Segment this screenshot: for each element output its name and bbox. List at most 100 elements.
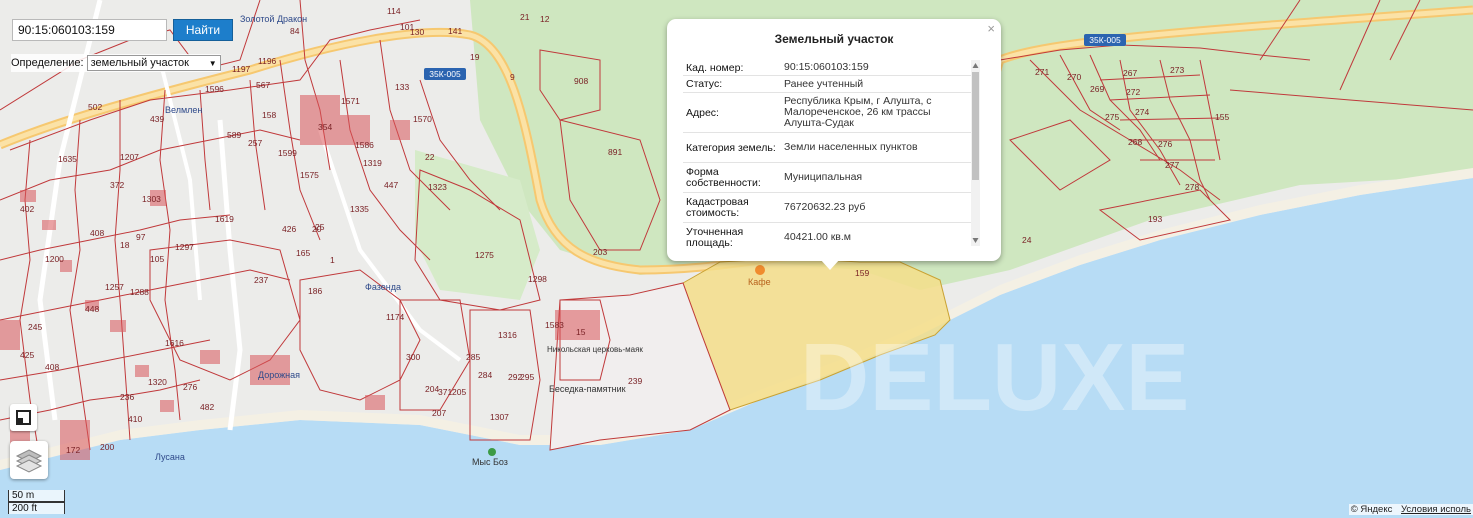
svg-text:426: 426 [282, 224, 296, 234]
info-value: Земли населенных пунктов [784, 141, 918, 153]
info-value: Муниципальная [784, 171, 863, 183]
svg-text:272: 272 [1126, 87, 1140, 97]
map-copyright: © Яндекс Условия исполь [1348, 504, 1473, 515]
cape-icon [488, 448, 496, 456]
poi-cape: Мыс Боз [472, 457, 508, 467]
info-value: 76720632.23 руб [784, 201, 866, 213]
cafe-icon [755, 265, 765, 275]
svg-text:207: 207 [432, 408, 446, 418]
svg-text:1298: 1298 [528, 274, 547, 284]
svg-text:408: 408 [45, 362, 59, 372]
svg-text:1319: 1319 [363, 158, 382, 168]
info-label: Адрес: [686, 106, 719, 119]
scale-metric: 50 m [8, 490, 65, 502]
svg-text:1575: 1575 [300, 170, 319, 180]
define-type-row: Определение: земельный участок ▼ [11, 54, 221, 72]
svg-text:155: 155 [1215, 112, 1229, 122]
svg-text:114: 114 [387, 6, 401, 16]
define-type-select[interactable]: земельный участок ▼ [86, 55, 221, 71]
svg-text:186: 186 [308, 286, 322, 296]
poi-fazenda: Фазенда [365, 282, 401, 292]
svg-text:1596: 1596 [205, 84, 224, 94]
info-label: Кадастровая стоимость: [686, 196, 749, 219]
scroll-thumb[interactable] [972, 72, 979, 180]
svg-text:1200: 1200 [45, 254, 64, 264]
svg-text:447: 447 [384, 180, 398, 190]
svg-text:439: 439 [150, 114, 164, 124]
svg-text:372: 372 [110, 180, 124, 190]
svg-text:1616: 1616 [165, 338, 184, 348]
svg-text:425: 425 [20, 350, 34, 360]
svg-text:267: 267 [1123, 68, 1137, 78]
svg-text:354: 354 [318, 122, 332, 132]
svg-text:84: 84 [290, 26, 300, 36]
svg-text:257: 257 [248, 138, 262, 148]
info-row: Категория земель: Земли населенных пункт… [683, 133, 971, 163]
svg-text:15: 15 [576, 327, 586, 337]
map-scale: 50 m 200 ft [8, 490, 68, 518]
layers-button[interactable] [10, 441, 48, 479]
svg-text:268: 268 [1128, 137, 1142, 147]
svg-text:371: 371 [438, 387, 452, 397]
svg-text:165: 165 [296, 248, 310, 258]
svg-text:1307: 1307 [490, 412, 509, 422]
svg-text:9: 9 [510, 72, 515, 82]
svg-text:274: 274 [1135, 107, 1149, 117]
svg-text:1288: 1288 [130, 287, 149, 297]
info-label: Форма собственности: [686, 166, 761, 189]
svg-text:402: 402 [20, 204, 34, 214]
svg-text:1635: 1635 [58, 154, 77, 164]
svg-text:1586: 1586 [355, 140, 374, 150]
terms-link[interactable]: Условия исполь [1401, 504, 1471, 515]
svg-text:1316: 1316 [498, 330, 517, 340]
info-row: Кад. номер: 90:15:060103:159 [683, 60, 971, 76]
svg-text:1197: 1197 [232, 64, 251, 74]
info-row: Статус: Ранее учтенный [683, 76, 971, 93]
chevron-down-icon: ▼ [208, 58, 217, 68]
info-value: Республика Крым, г Алушта, с Малореченск… [784, 95, 932, 129]
parcel-info-table: Кад. номер: 90:15:060103:159 Статус: Ран… [683, 60, 971, 250]
svg-text:130: 130 [410, 27, 424, 37]
svg-text:276: 276 [183, 382, 197, 392]
svg-text:1570: 1570 [413, 114, 432, 124]
svg-text:1335: 1335 [350, 204, 369, 214]
svg-text:203: 203 [593, 247, 607, 257]
svg-text:276: 276 [1158, 139, 1172, 149]
svg-text:292: 292 [508, 372, 522, 382]
svg-text:205: 205 [452, 387, 466, 397]
popup-scrollbar[interactable] [971, 60, 980, 246]
info-row: Уточненная площадь: 40421.00 кв.м [683, 223, 971, 250]
svg-text:1320: 1320 [148, 377, 167, 387]
info-row: Адрес: Республика Крым, г Алушта, с Мало… [683, 93, 971, 133]
info-label: Уточненная площадь: [686, 226, 744, 249]
svg-text:193: 193 [1148, 214, 1162, 224]
svg-text:567: 567 [256, 80, 270, 90]
scale-imperial: 200 ft [8, 502, 65, 514]
fullscreen-button[interactable] [10, 404, 37, 431]
svg-text:1207: 1207 [120, 152, 139, 162]
svg-text:448: 448 [85, 304, 99, 314]
svg-text:270: 270 [1067, 72, 1081, 82]
svg-text:200: 200 [100, 442, 114, 452]
svg-text:22: 22 [425, 152, 435, 162]
svg-text:158: 158 [262, 110, 276, 120]
svg-text:300: 300 [406, 352, 420, 362]
search-button[interactable]: Найти [173, 19, 233, 41]
svg-text:1: 1 [330, 255, 335, 265]
selected-parcel-label: 159 [855, 268, 869, 278]
svg-text:408: 408 [90, 228, 104, 238]
svg-text:133: 133 [395, 82, 409, 92]
svg-text:1196: 1196 [258, 56, 277, 66]
parcel-info-popup: × Земельный участок Кад. номер: 90:15:06… [667, 19, 1001, 261]
svg-text:245: 245 [28, 322, 42, 332]
svg-text:1599: 1599 [278, 148, 297, 158]
define-selected-value: земельный участок [90, 57, 189, 69]
info-label: Категория земель: [686, 141, 776, 154]
popup-title: Земельный участок [774, 32, 894, 46]
cadastral-number-input[interactable] [12, 19, 167, 41]
svg-text:1303: 1303 [142, 194, 161, 204]
svg-text:1583: 1583 [545, 320, 564, 330]
svg-text:284: 284 [478, 370, 492, 380]
svg-text:271: 271 [1035, 67, 1049, 77]
poi-velmlen: Велмлен [165, 105, 202, 115]
